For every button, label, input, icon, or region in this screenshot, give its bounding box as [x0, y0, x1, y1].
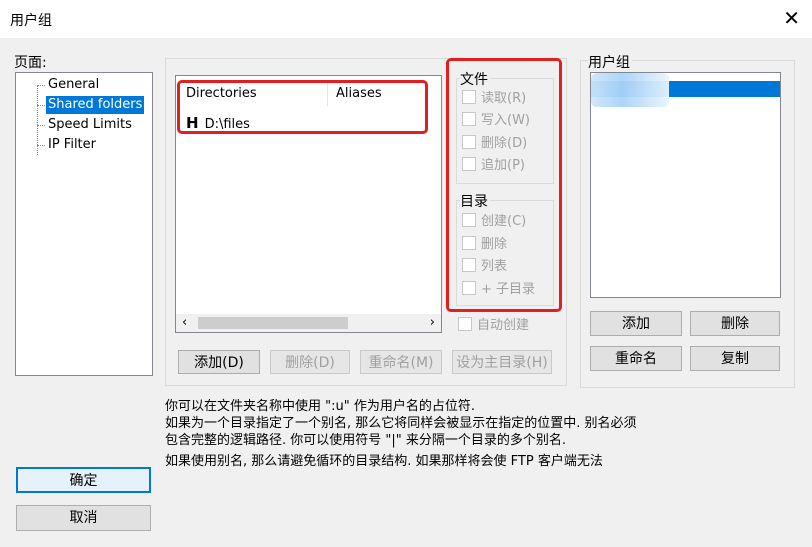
add-group-button[interactable]: 添加: [590, 311, 682, 336]
highlight-box-permissions: [446, 58, 562, 312]
scroll-right-icon[interactable]: ›: [430, 314, 435, 332]
rename-directory-button[interactable]: 重命名(M): [360, 350, 442, 374]
user-groups-title: 用户组: [588, 52, 632, 72]
auto-create-label: 自动创建: [477, 318, 530, 333]
add-directory-button[interactable]: 添加(D): [178, 350, 260, 374]
set-home-directory-button[interactable]: 设为主目录(H): [452, 350, 552, 374]
cancel-button[interactable]: 取消: [16, 505, 151, 531]
info-text-line-2: 如果为一个目录指定了一个别名, 那么它将同样会被显示在指定的位置中. 别名必须: [165, 416, 637, 431]
checkbox-box[interactable]: [458, 317, 472, 331]
tree-connector: [37, 85, 45, 86]
tree-item-shared-folders[interactable]: Shared folders: [46, 96, 145, 114]
horizontal-scrollbar[interactable]: ‹ ›: [176, 314, 441, 332]
info-text-line-4: 如果使用别名, 那么请避免循环的目录结构. 如果那样将会使 FTP 客户端无法: [165, 454, 603, 469]
tree-connector: [37, 125, 45, 126]
scroll-thumb[interactable]: [198, 317, 348, 329]
close-icon[interactable]: ✕: [783, 6, 800, 30]
auto-create-checkbox[interactable]: 自动创建: [458, 317, 529, 335]
window-title: 用户组: [10, 13, 52, 29]
user-groups-list[interactable]: [590, 72, 781, 298]
title-bar: 用户组 ✕: [0, 0, 812, 38]
scroll-left-icon[interactable]: ‹: [182, 314, 187, 332]
tree-item-ip-filter[interactable]: IP Filter: [46, 136, 98, 154]
info-text-line-1: 你可以在文件夹名称中使用 ":u" 作为用户名的占位符.: [165, 399, 475, 414]
pages-label: 页面:: [14, 55, 47, 71]
page-tree[interactable]: General Shared folders Speed Limits IP F…: [15, 72, 153, 376]
tree-connector: [37, 105, 45, 106]
ok-button[interactable]: 确定: [16, 467, 151, 493]
highlight-box-directories: [177, 80, 428, 134]
copy-group-button[interactable]: 复制: [690, 346, 780, 371]
info-text-line-3: 包含完整的逻辑路径. 你可以使用符号 "|" 来分隔一个目录的多个别名.: [165, 433, 567, 448]
tree-item-speed-limits[interactable]: Speed Limits: [46, 116, 134, 134]
tree-connector: [37, 145, 45, 146]
rename-group-button[interactable]: 重命名: [590, 346, 682, 371]
remove-group-button[interactable]: 删除: [690, 311, 780, 336]
tree-item-general[interactable]: General: [46, 76, 101, 94]
blurred-group-name: [591, 73, 669, 107]
remove-directory-button[interactable]: 删除(D): [270, 350, 350, 374]
